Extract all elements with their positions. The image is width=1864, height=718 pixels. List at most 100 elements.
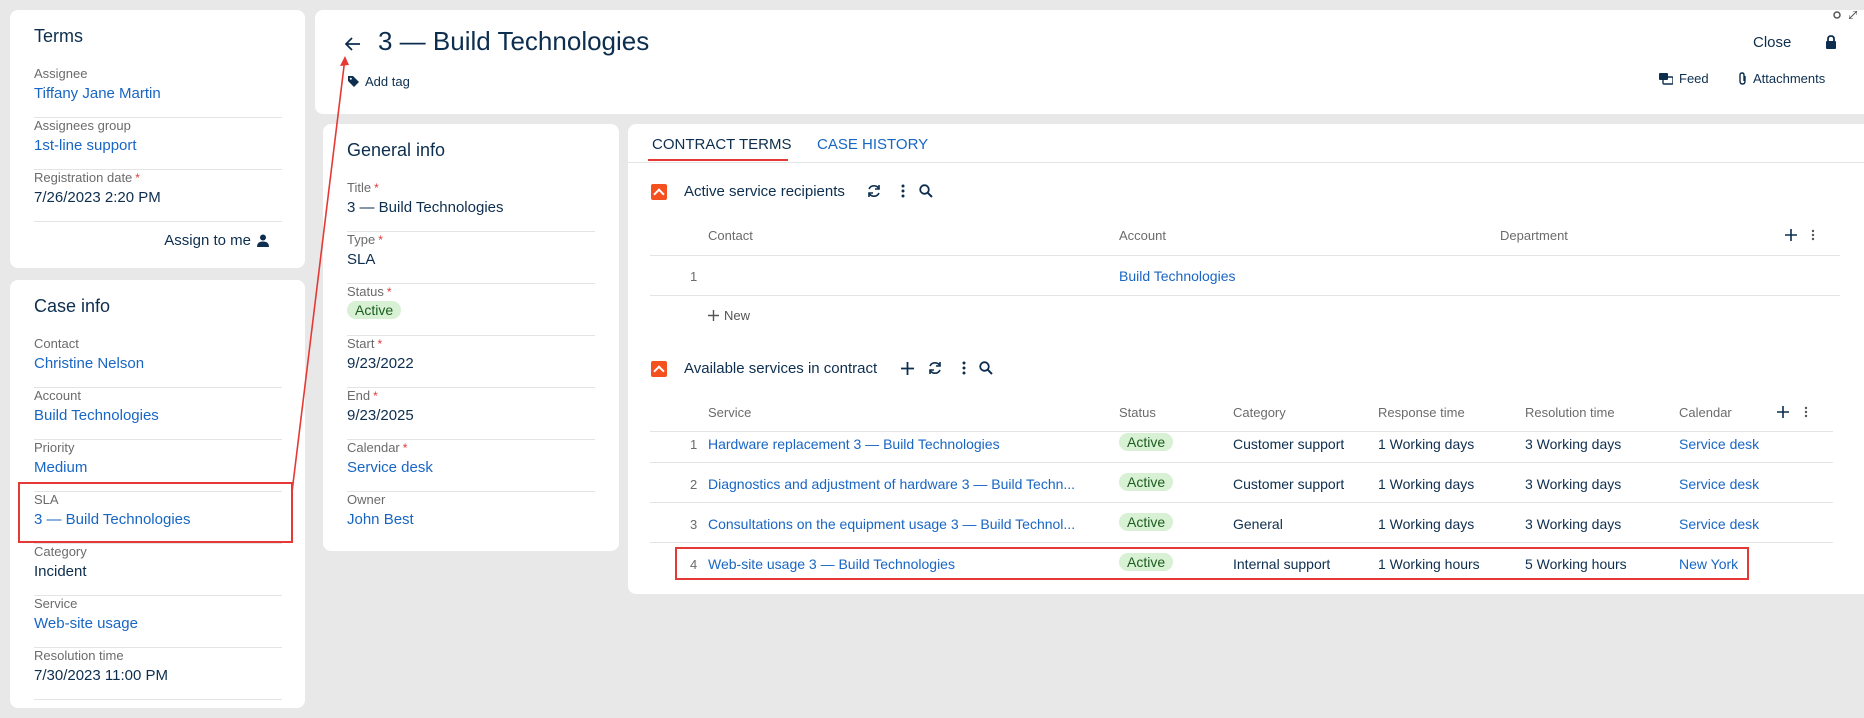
- services-row-calendar[interactable]: Service desk: [1679, 476, 1759, 492]
- recipients-more-icon[interactable]: [901, 184, 905, 198]
- services-row-resolution-time[interactable]: 3 Working days: [1525, 476, 1621, 492]
- settings-icon[interactable]: [1833, 11, 1841, 19]
- recipients-columns-more-icon[interactable]: [1811, 229, 1815, 241]
- recipients-col-department[interactable]: Department: [1500, 228, 1568, 243]
- services-row-number: 2: [690, 477, 698, 492]
- services-add-icon[interactable]: [901, 362, 914, 375]
- services-add-column-icon[interactable]: [1777, 406, 1789, 418]
- terms-title: Terms: [34, 26, 83, 46]
- services-col-resolution-time[interactable]: Resolution time: [1525, 405, 1615, 420]
- tab-case-history[interactable]: CASE HISTORY: [817, 136, 928, 153]
- recipients-new-button[interactable]: New: [708, 308, 750, 323]
- services-row-category[interactable]: General: [1233, 516, 1283, 532]
- recipients-col-contact[interactable]: Contact: [708, 228, 753, 243]
- services-row-resolution-time[interactable]: 3 Working days: [1525, 516, 1621, 532]
- lock-icon[interactable]: [1825, 35, 1837, 49]
- title-value[interactable]: 3 — Build Technologies: [347, 199, 504, 216]
- registration-date-label: Registration date *: [34, 170, 140, 185]
- services-row-status[interactable]: Active: [1119, 513, 1174, 531]
- contact-label: Contact: [34, 336, 79, 351]
- services-collapse-button[interactable]: [651, 361, 667, 377]
- account-value[interactable]: Build Technologies: [34, 407, 159, 424]
- header-bar: 3 — Build Technologies Add tag Close Fee…: [315, 10, 1864, 114]
- owner-field: Owner John Best: [347, 492, 595, 544]
- assignees-group-field: Assignees group 1st-line support: [34, 118, 282, 170]
- end-value[interactable]: 9/23/2025: [347, 407, 414, 424]
- tab-contract-terms-underline: [648, 159, 788, 161]
- sla-highlight-box: [18, 482, 293, 543]
- recipients-search-icon[interactable]: [919, 184, 933, 198]
- service-field: Service Web-site usage: [34, 596, 282, 648]
- back-arrow-icon[interactable]: [345, 37, 361, 51]
- recipients-collapse-button[interactable]: [651, 184, 667, 200]
- tab-contract-terms[interactable]: CONTRACT TERMS: [652, 136, 791, 153]
- services-row-status[interactable]: Active: [1119, 433, 1174, 451]
- assign-to-me-button[interactable]: Assign to me: [164, 232, 269, 249]
- services-row-service[interactable]: Diagnostics and adjustment of hardware 3…: [708, 476, 1100, 492]
- feed-button[interactable]: Feed: [1659, 71, 1709, 86]
- services-col-service[interactable]: Service: [708, 405, 751, 420]
- resolution-time-label: Resolution time: [34, 648, 124, 663]
- expand-icon[interactable]: [1849, 11, 1857, 19]
- services-col-response-time[interactable]: Response time: [1378, 405, 1465, 420]
- services-title: Available services in contract: [684, 360, 878, 377]
- services-row-response-time[interactable]: 1 Working days: [1378, 516, 1474, 532]
- calendar-label: Calendar *: [347, 440, 408, 455]
- category-field: Category Incident: [34, 544, 282, 596]
- services-row-service[interactable]: Consultations on the equipment usage 3 —…: [708, 516, 1100, 532]
- services-columns-more-icon[interactable]: [1804, 406, 1808, 418]
- add-tag-label: Add tag: [365, 74, 410, 89]
- services-row-category[interactable]: Customer support: [1233, 476, 1344, 492]
- service-value[interactable]: Web-site usage: [34, 615, 138, 632]
- selected-service-highlight-box: [675, 547, 1749, 580]
- services-row-calendar[interactable]: Service desk: [1679, 436, 1759, 452]
- start-field: Start * 9/23/2022: [347, 336, 595, 388]
- recipients-row-account[interactable]: Build Technologies: [1119, 268, 1236, 284]
- category-value[interactable]: Incident: [34, 563, 87, 580]
- recipients-col-account[interactable]: Account: [1119, 228, 1166, 243]
- status-field: Status * Active: [347, 284, 595, 336]
- services-row-category[interactable]: Customer support: [1233, 436, 1344, 452]
- assignee-value[interactable]: Tiffany Jane Martin: [34, 85, 161, 102]
- add-tag-button[interactable]: Add tag: [348, 74, 410, 89]
- title-field: Title * 3 — Build Technologies: [347, 180, 595, 232]
- services-row-response-time[interactable]: 1 Working days: [1378, 436, 1474, 452]
- recipients-add-column-icon[interactable]: [1785, 229, 1797, 241]
- services-col-status[interactable]: Status: [1119, 405, 1156, 420]
- services-search-icon[interactable]: [979, 361, 993, 375]
- services-col-category[interactable]: Category: [1233, 405, 1286, 420]
- attachments-label: Attachments: [1753, 71, 1826, 86]
- status-value[interactable]: Active: [347, 301, 402, 319]
- registration-date-value[interactable]: 7/26/2023 2:20 PM: [34, 189, 161, 206]
- plus-icon: [708, 310, 719, 321]
- services-row-resolution-time[interactable]: 3 Working days: [1525, 436, 1621, 452]
- feed-icon: [1659, 72, 1673, 85]
- calendar-value[interactable]: Service desk: [347, 459, 433, 476]
- attachments-button[interactable]: Attachments: [1738, 71, 1825, 86]
- person-icon: [257, 234, 269, 247]
- services-row-status[interactable]: Active: [1119, 473, 1174, 491]
- close-button[interactable]: Close: [1753, 34, 1791, 51]
- contact-value[interactable]: Christine Nelson: [34, 355, 144, 372]
- services-refresh-icon[interactable]: [928, 361, 942, 375]
- services-row-divider: [650, 502, 1833, 503]
- priority-value[interactable]: Medium: [34, 459, 87, 476]
- type-value[interactable]: SLA: [347, 251, 375, 268]
- services-more-icon[interactable]: [962, 361, 966, 375]
- title-label: Title *: [347, 180, 379, 195]
- services-col-calendar[interactable]: Calendar: [1679, 405, 1732, 420]
- services-row-service[interactable]: Hardware replacement 3 — Build Technolog…: [708, 436, 1100, 452]
- assignee-label: Assignee: [34, 66, 88, 81]
- assignees-group-value[interactable]: 1st-line support: [34, 137, 137, 154]
- services-row-calendar[interactable]: Service desk: [1679, 516, 1759, 532]
- resolution-time-value[interactable]: 7/30/2023 11:00 PM: [34, 667, 168, 684]
- terms-card: Terms Assignee Tiffany Jane Martin Assig…: [10, 10, 305, 268]
- services-row-divider: [650, 462, 1833, 463]
- status-badge: Active: [347, 301, 402, 319]
- assign-to-me-label: Assign to me: [164, 232, 251, 249]
- end-label: End *: [347, 388, 378, 403]
- owner-value[interactable]: John Best: [347, 511, 414, 528]
- services-row-response-time[interactable]: 1 Working days: [1378, 476, 1474, 492]
- start-value[interactable]: 9/23/2022: [347, 355, 414, 372]
- recipients-refresh-icon[interactable]: [867, 184, 881, 198]
